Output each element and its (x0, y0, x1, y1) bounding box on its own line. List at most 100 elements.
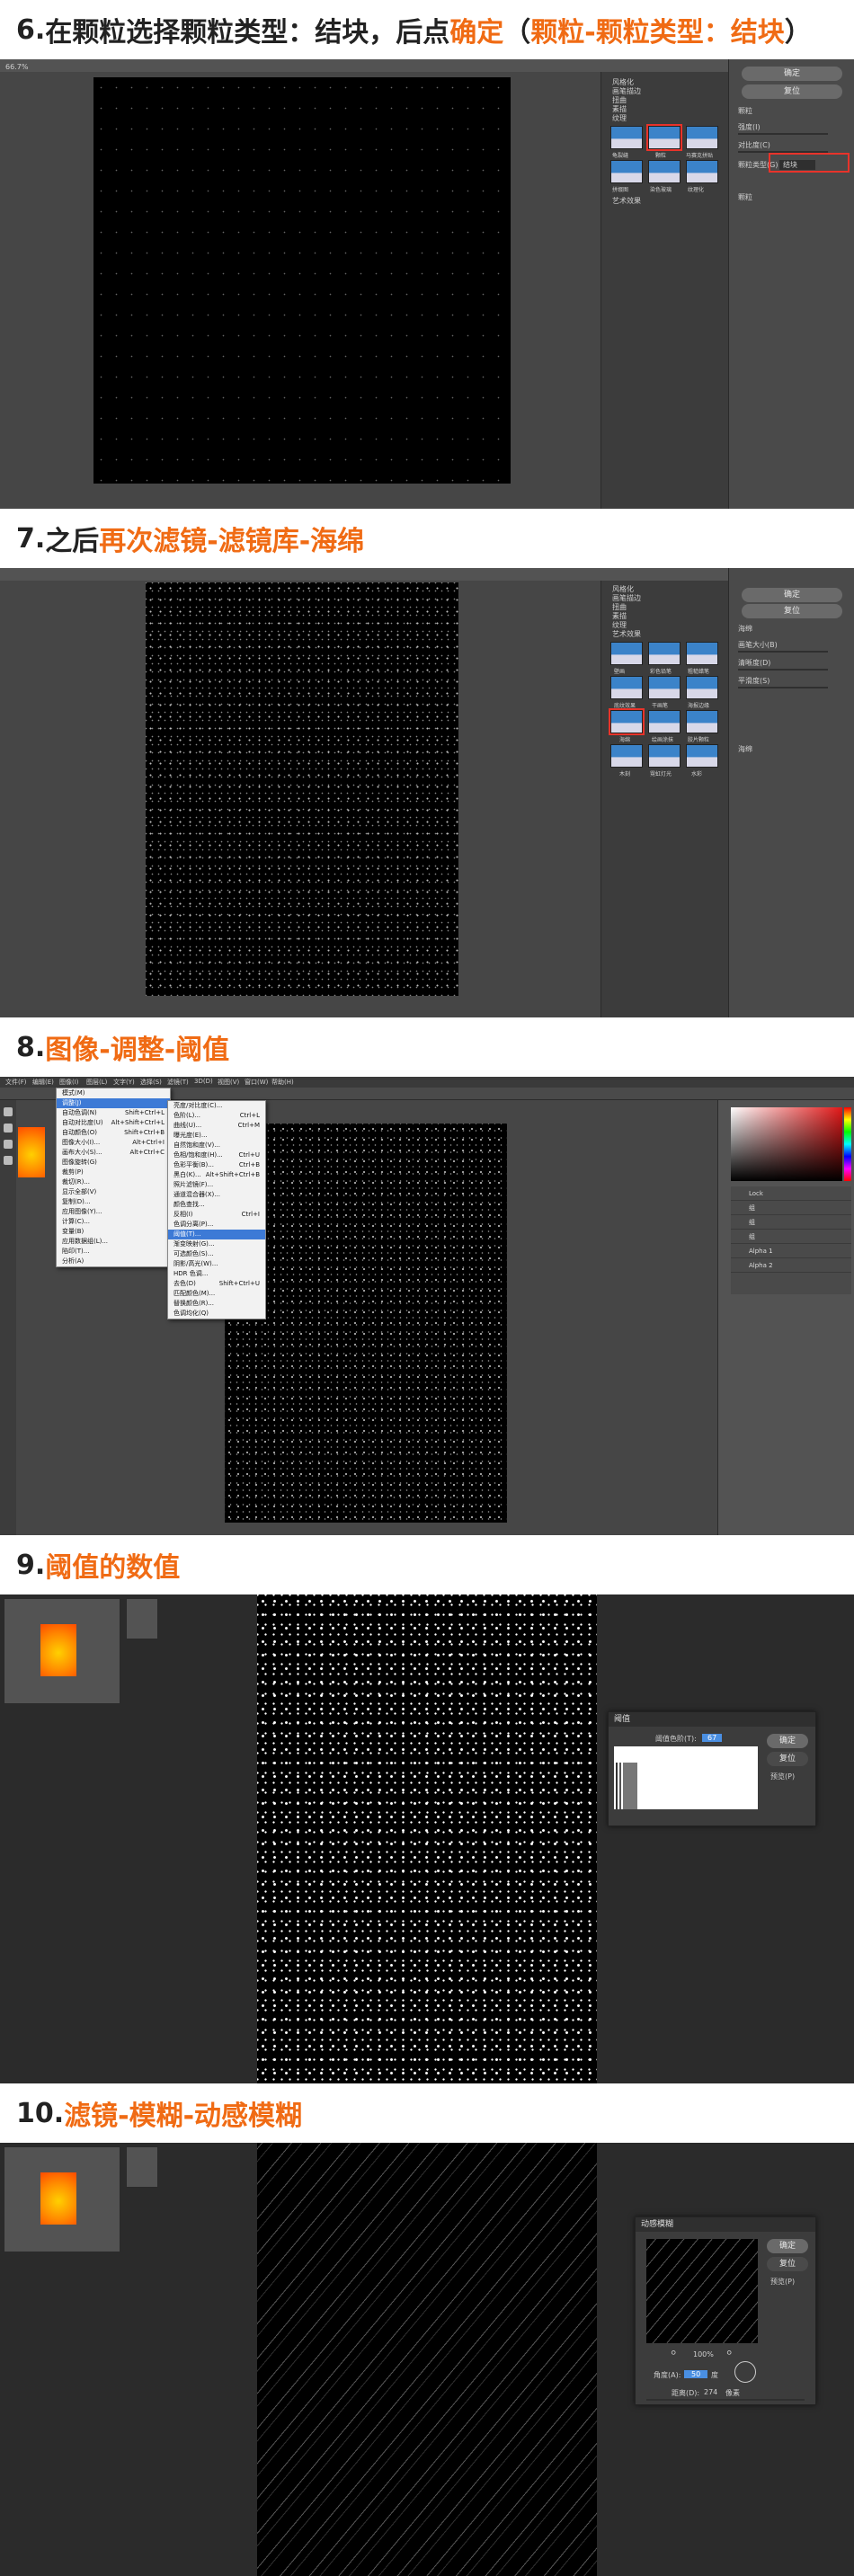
menu-edit[interactable]: 编辑(E) (32, 1078, 54, 1087)
menu-window[interactable]: 窗口(W) (245, 1078, 268, 1087)
brush-tool-icon[interactable] (4, 1156, 13, 1165)
menu-image[interactable]: 图像(I) (59, 1078, 79, 1087)
folder-texture[interactable]: 纹理 (612, 113, 627, 123)
image-menu-item[interactable]: 显示全部(V) (57, 1187, 170, 1197)
menu-help[interactable]: 帮助(H) (271, 1078, 294, 1087)
adjust-menu-item[interactable]: 阴影/高光(W)... (168, 1259, 265, 1269)
filter-select[interactable]: 颗粒 (738, 106, 752, 116)
thumb-paint-daubs[interactable] (648, 710, 681, 733)
reset-button[interactable]: 复位 (742, 84, 842, 99)
ok-button[interactable]: 确定 (767, 1734, 808, 1748)
adjust-menu-item[interactable]: 通道混合器(X)... (168, 1190, 265, 1200)
preview-checkbox[interactable]: 预览(P) (770, 1772, 795, 1781)
thumb-sponge[interactable] (609, 708, 645, 735)
thumb-colored-pencil[interactable] (648, 642, 681, 665)
thumb-watercolor[interactable] (686, 744, 718, 768)
ok-button[interactable]: 确定 (742, 588, 842, 602)
menu-type[interactable]: 文字(Y) (113, 1078, 135, 1087)
thumb-underpainting[interactable] (610, 676, 643, 699)
preview-checkbox[interactable]: 预览(P) (770, 2277, 795, 2287)
image-menu-item[interactable]: 图像大小(I)... Alt+Ctrl+I (57, 1138, 170, 1148)
image-menu-item[interactable]: 应用数据组(L)... (57, 1237, 170, 1247)
layer-row[interactable]: Lock (731, 1186, 851, 1201)
folder-artistic[interactable]: 艺术效果 (612, 196, 641, 206)
smoothness-slider[interactable] (738, 687, 828, 688)
image-menu-item[interactable]: 复制(D)... (57, 1197, 170, 1207)
thumb-fresco[interactable] (610, 642, 643, 665)
adjust-menu-item[interactable]: 亮度/对比度(C)... (168, 1101, 265, 1111)
distance-input[interactable]: 274 (704, 2388, 717, 2396)
image-menu-item[interactable]: 画布大小(S)... Alt+Ctrl+C (57, 1148, 170, 1158)
image-menu-item[interactable]: 自动颜色(O) Shift+Ctrl+B (57, 1128, 170, 1138)
thumb-grain[interactable] (646, 124, 682, 151)
image-menu-item[interactable]: 调整(J) (57, 1098, 170, 1108)
thumb-rough-pastels[interactable] (686, 642, 718, 665)
layer-row[interactable]: 组 (731, 1215, 851, 1230)
image-menu-item[interactable]: 自动色调(N) Shift+Ctrl+L (57, 1108, 170, 1118)
thumb-neon-glow[interactable] (648, 744, 681, 768)
menu-select[interactable]: 选择(S) (140, 1078, 162, 1087)
thumb-stained-glass[interactable] (648, 160, 681, 183)
adjust-menu-item[interactable]: 匹配颜色(M)... (168, 1289, 265, 1299)
angle-input[interactable]: 50 (684, 2370, 708, 2378)
ok-button[interactable]: 确定 (767, 2239, 808, 2253)
adjust-menu-item[interactable]: 照片滤镜(F)... (168, 1180, 265, 1190)
lasso-tool-icon[interactable] (4, 1140, 13, 1149)
menu-view[interactable]: 视图(V) (218, 1078, 239, 1087)
adjust-menu-item[interactable]: 自然饱和度(V)... (168, 1141, 265, 1150)
menu-layer[interactable]: 图层(L) (86, 1078, 107, 1087)
thumb-mosaic[interactable] (686, 126, 718, 149)
zoom-in-icon[interactable]: ⚪ (725, 2349, 733, 2358)
image-menu-item[interactable]: 裁剪(P) (57, 1168, 170, 1177)
image-menu-item[interactable]: 裁切(R)... (57, 1177, 170, 1187)
thumb-dry-brush[interactable] (648, 676, 681, 699)
adjust-menu-item[interactable]: 黑白(K)... Alt+Shift+Ctrl+B (168, 1170, 265, 1180)
adjust-menu-item[interactable]: 色阶(L)... Ctrl+L (168, 1111, 265, 1121)
image-menu-item[interactable]: 分析(A) (57, 1257, 170, 1266)
thumb-poster-edges[interactable] (686, 676, 718, 699)
distance-slider[interactable] (646, 2399, 805, 2401)
adjust-menu-item[interactable]: 色调分离(P)... (168, 1220, 265, 1230)
menu-3d[interactable]: 3D(D) (194, 1078, 213, 1085)
reset-button[interactable]: 复位 (767, 2257, 808, 2271)
filter-select[interactable]: 海绵 (738, 624, 752, 634)
thumb-patchwork[interactable] (610, 160, 643, 183)
layer-row[interactable]: Alpha 2 (731, 1258, 851, 1273)
adjust-menu-item[interactable]: 替换颜色(R)... (168, 1299, 265, 1309)
threshold-level-input[interactable]: 67 (702, 1734, 723, 1742)
adjust-menu-item[interactable]: 色彩平衡(B)... Ctrl+B (168, 1160, 265, 1170)
adjust-menu-item[interactable]: 曲线(U)... Ctrl+M (168, 1121, 265, 1131)
brush-size-slider[interactable] (738, 651, 828, 653)
adjust-menu-item[interactable]: 阈值(T)... (168, 1230, 265, 1239)
definition-slider[interactable] (738, 669, 828, 671)
thumb-craquelure[interactable] (610, 126, 643, 149)
adjust-menu-item[interactable]: HDR 色调... (168, 1269, 265, 1279)
zoom-out-icon[interactable]: ⚪ (670, 2349, 677, 2358)
layer-row[interactable]: 组 (731, 1201, 851, 1215)
image-menu-item[interactable]: 图像旋转(G) (57, 1158, 170, 1168)
hue-bar[interactable] (844, 1107, 851, 1181)
color-picker[interactable] (731, 1107, 842, 1181)
adjust-menu-item[interactable]: 可选颜色(S)... (168, 1249, 265, 1259)
adjust-menu-item[interactable]: 颜色查找... (168, 1200, 265, 1210)
angle-dial[interactable] (734, 2361, 756, 2383)
ok-button[interactable]: 确定 (742, 67, 842, 81)
adjust-menu-item[interactable]: 色调均化(Q) (168, 1309, 265, 1319)
image-menu-item[interactable]: 陷印(T)... (57, 1247, 170, 1257)
adjust-menu-item[interactable]: 反相(I) Ctrl+I (168, 1210, 265, 1220)
intensity-slider[interactable] (738, 133, 828, 135)
move-tool-icon[interactable] (4, 1107, 13, 1116)
thumb-film-grain[interactable] (686, 710, 718, 733)
adjust-menu-item[interactable]: 色相/饱和度(H)... Ctrl+U (168, 1150, 265, 1160)
image-menu-item[interactable]: 计算(C)... (57, 1217, 170, 1227)
marquee-tool-icon[interactable] (4, 1124, 13, 1133)
thumb-cutout[interactable] (610, 744, 643, 768)
adjust-menu-item[interactable]: 去色(D) Shift+Ctrl+U (168, 1279, 265, 1289)
image-menu-item[interactable]: 自动对比度(U) Alt+Shift+Ctrl+L (57, 1118, 170, 1128)
layer-row[interactable]: Alpha 1 (731, 1244, 851, 1258)
adjust-menu-item[interactable]: 曝光度(E)... (168, 1131, 265, 1141)
image-menu-item[interactable]: 应用图像(Y)... (57, 1207, 170, 1217)
reset-button[interactable]: 复位 (742, 604, 842, 618)
reset-button[interactable]: 复位 (767, 1752, 808, 1766)
adjust-menu-item[interactable]: 渐变映射(G)... (168, 1239, 265, 1249)
